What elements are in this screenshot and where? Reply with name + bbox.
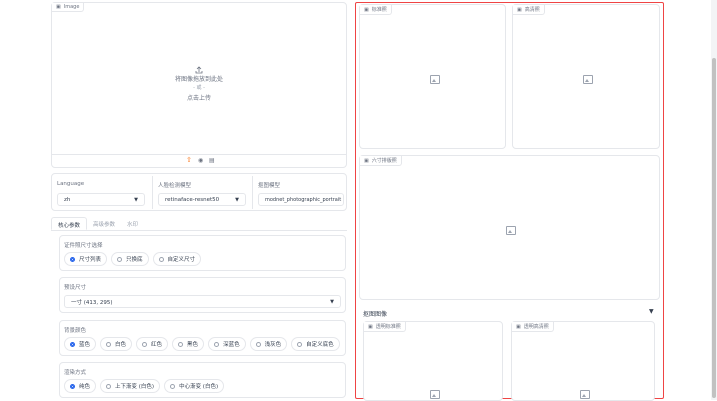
radio-dot	[70, 383, 75, 389]
chevron-down-icon: ▼	[235, 196, 239, 203]
tab-bar: 核心参数 高级参数 水印	[51, 217, 347, 231]
transparent-hd-tag: ▣ 透明高清照	[512, 322, 554, 332]
click-upload-text: 点击上传	[186, 95, 211, 102]
matting-model-field: 抠图模型 modnet_photographic_portrait	[252, 176, 345, 209]
layout-photo-output: ▣ 六寸排版照	[359, 155, 660, 300]
radio-dot	[297, 341, 303, 347]
radio-dot	[255, 341, 261, 347]
radio-dot	[158, 256, 164, 262]
upload-arrow-icon	[195, 59, 203, 74]
accordion-toggle-icon[interactable]: ▼	[649, 308, 654, 315]
matting-model-select[interactable]: modnet_photographic_portrait	[258, 193, 344, 206]
image-placeholder-icon	[430, 75, 440, 84]
face-model-select[interactable]: retinaface-resnet50 ▼	[158, 193, 246, 206]
image-icon: ▣	[364, 7, 369, 13]
chevron-down-icon: ▼	[134, 196, 138, 203]
matting-accordion[interactable]: 抠图图像 ▼ ▣ 透明标准照 ▣ 透明高清照	[359, 306, 660, 401]
language-label: Language	[57, 181, 85, 187]
upload-icon[interactable]: ⇧	[186, 156, 192, 164]
size-mode-group: 证件照尺寸选择 尺寸列表 只换底 自定义尺寸	[59, 235, 346, 271]
clipboard-icon[interactable]: ▤	[209, 157, 215, 164]
language-select[interactable]: zh ▼	[57, 193, 145, 206]
radio-black[interactable]: 黑色	[172, 337, 205, 351]
radio-dot	[70, 256, 75, 262]
image-icon: ▣	[516, 324, 521, 330]
size-mode-label: 证件照尺寸选择	[64, 243, 103, 249]
standard-photo-tag: ▣ 标准照	[360, 5, 392, 15]
matting-model-label: 抠图模型	[258, 183, 281, 189]
page-scrollbar[interactable]	[711, 0, 717, 400]
radio-size-list[interactable]: 尺寸列表	[64, 252, 108, 266]
radio-vertical-gradient[interactable]: 上下渐变 (白色)	[100, 379, 161, 393]
layout-photo-tag: ▣ 六寸排版照	[360, 156, 402, 166]
face-model-value: retinaface-resnet50	[165, 196, 220, 203]
image-icon: ▣	[56, 4, 61, 10]
face-model-label: 人脸检测模型	[158, 183, 192, 189]
image-upload-panel[interactable]: ▣ Image 将图像拖放到此处 - 或 - 点击上传 ⇧ ◉ ▤	[51, 2, 347, 168]
bg-color-group: 背景颜色 蓝色 白色 红色 黑色 深蓝色 浅灰色 自定义底色	[59, 320, 346, 356]
settings-row: Language zh ▼ 人脸检测模型 retinaface-resnet50 ▼…	[51, 173, 347, 211]
drop-text: 将图像拖放到此处	[174, 76, 223, 83]
radio-dot	[170, 383, 176, 389]
image-placeholder-icon	[583, 75, 593, 84]
scrollbar-thumb[interactable]	[712, 58, 716, 398]
render-mode-options: 纯色 上下渐变 (白色) 中心渐变 (白色)	[64, 379, 228, 393]
radio-dark-blue[interactable]: 深蓝色	[208, 337, 246, 351]
transparent-standard-tag: ▣ 透明标准照	[364, 322, 406, 332]
preset-size-value: 一寸 (413, 295)	[71, 299, 113, 306]
radio-only-bg[interactable]: 只换底	[111, 252, 149, 266]
radio-dot	[214, 341, 220, 347]
radio-red[interactable]: 红色	[136, 337, 169, 351]
radio-dot	[106, 383, 112, 389]
hd-photo-output: ▣ 高清照	[512, 4, 660, 149]
radio-center-gradient[interactable]: 中心渐变 (白色)	[164, 379, 225, 393]
standard-photo-output: ▣ 标准照	[359, 4, 506, 149]
chevron-down-icon: ▼	[330, 298, 334, 305]
webcam-icon[interactable]: ◉	[198, 157, 203, 164]
image-icon: ▣	[364, 158, 369, 164]
tab-advanced-params[interactable]: 高级参数	[87, 217, 121, 230]
radio-light-gray[interactable]: 浅灰色	[249, 337, 288, 351]
radio-custom-color[interactable]: 自定义底色	[291, 337, 340, 351]
render-mode-group: 渲染方式 纯色 上下渐变 (白色) 中心渐变 (白色)	[59, 362, 346, 398]
or-text: - 或 -	[193, 85, 205, 91]
image-placeholder-icon	[430, 390, 440, 399]
bg-color-label: 背景颜色	[64, 328, 87, 334]
transparent-hd-output: ▣ 透明高清照	[511, 321, 655, 401]
tab-watermark[interactable]: 水印	[121, 217, 144, 230]
image-placeholder-icon	[580, 390, 590, 399]
preset-size-select[interactable]: 一寸 (413, 295) ▼	[64, 295, 341, 308]
image-icon: ▣	[517, 7, 522, 13]
render-mode-label: 渲染方式	[64, 370, 87, 376]
matting-model-value: modnet_photographic_portrait	[265, 196, 342, 203]
radio-white[interactable]: 白色	[100, 337, 133, 351]
image-placeholder-icon	[506, 226, 516, 235]
face-model-field: 人脸检测模型 retinaface-resnet50 ▼	[152, 176, 250, 209]
language-value: zh	[64, 196, 71, 203]
transparent-standard-output: ▣ 透明标准照	[363, 321, 503, 401]
output-column: ▣ 标准照 ▣ 高清照 ▣ 六寸排版照 抠图图像 ▼ ▣ 透明标准照 ▣ 透明高清照	[355, 2, 664, 401]
upload-drop-zone[interactable]: 将图像拖放到此处 - 或 - 点击上传	[52, 13, 346, 153]
radio-dot	[70, 341, 75, 347]
preset-size-label: 预设尺寸	[64, 285, 87, 291]
source-toolbar: ⇧ ◉ ▤	[52, 154, 346, 167]
radio-dot	[106, 341, 112, 347]
image-label-tag: ▣ Image	[52, 3, 85, 12]
accordion-title: 抠图图像	[363, 311, 388, 318]
tab-core-params[interactable]: 核心参数	[51, 217, 88, 230]
language-field: Language zh ▼	[54, 176, 150, 209]
hd-photo-tag: ▣ 高清照	[513, 5, 545, 15]
radio-blue[interactable]: 蓝色	[64, 337, 97, 351]
bg-color-options: 蓝色 白色 红色 黑色 深蓝色 浅灰色 自定义底色	[64, 337, 344, 351]
radio-dot	[142, 341, 148, 347]
radio-custom-size[interactable]: 自定义尺寸	[152, 252, 202, 266]
size-mode-options: 尺寸列表 只换底 自定义尺寸	[64, 252, 205, 266]
radio-solid[interactable]: 纯色	[64, 379, 97, 393]
image-icon: ▣	[368, 324, 373, 330]
preset-size-group: 预设尺寸 一寸 (413, 295) ▼	[59, 277, 346, 313]
radio-dot	[178, 341, 184, 347]
radio-dot	[117, 256, 123, 262]
